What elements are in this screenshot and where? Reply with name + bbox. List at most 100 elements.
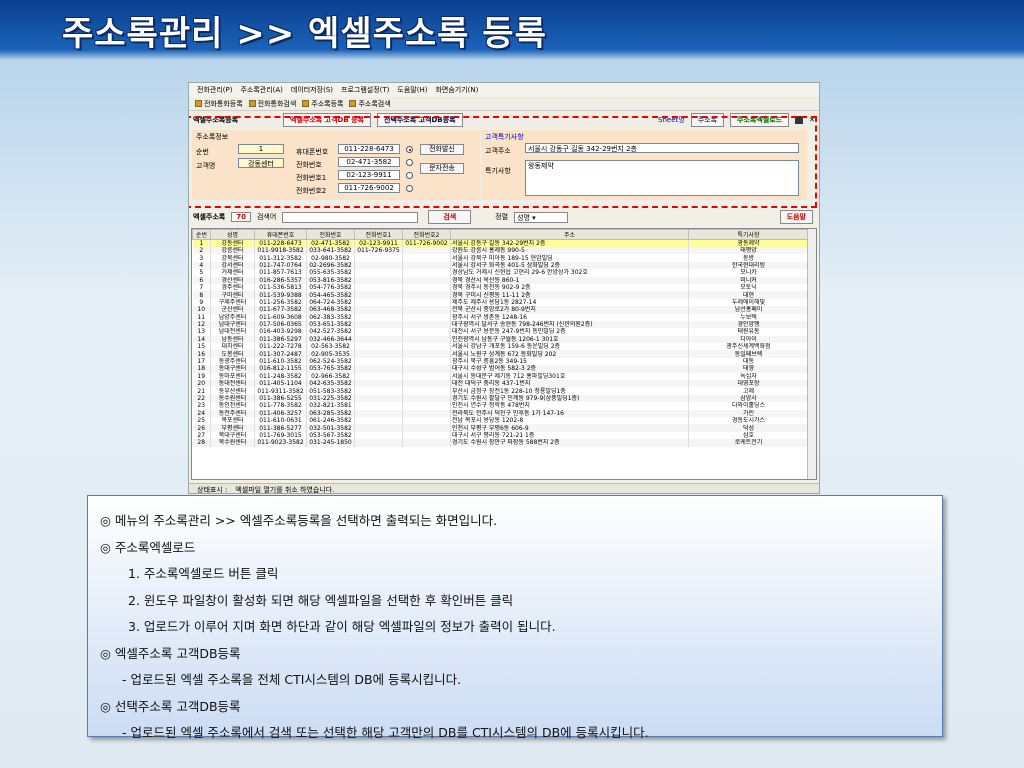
- address-field[interactable]: 서울시 강동구 길동 342-29번지 2층: [525, 143, 799, 153]
- table-cell: 서울시 노원구 상계동 672 동화빌딩 202: [450, 350, 689, 358]
- table-cell: 디아이: [688, 335, 809, 344]
- table-cell: 016-403-9298: [254, 328, 307, 336]
- table-row[interactable]: 18 동대구센터 016-812-1155 053-765-3582 대구시 수성구 범…: [192, 365, 809, 373]
- col-name[interactable]: 성명: [210, 229, 255, 240]
- table-row[interactable]: 25 목포센터 011-610-0631 061-246-3582 전남 목포시 용당동…: [192, 416, 809, 425]
- table-cell: 전남 목포시 용당동 1202-8: [450, 416, 689, 425]
- table-cell: 02-471-3582: [306, 239, 355, 247]
- phone1-field[interactable]: 02-123-9911: [338, 170, 400, 180]
- table-cell: 14: [192, 335, 211, 344]
- table-row[interactable]: 6 경산센터 016-286-5357 053-816-3582 경북 경산시 옥산동 …: [192, 276, 809, 284]
- menu-item-phone[interactable]: 전화관리(P): [197, 85, 232, 95]
- table-cell: [402, 365, 451, 373]
- table-row[interactable]: 12 남대구센터 017-506-0365 053-651-3582 대구광역시 달서구…: [192, 320, 809, 329]
- table-cell: 동마포센터: [210, 372, 255, 381]
- table-row[interactable]: 13 남대전센터 016-403-9298 042-527-3582 대전시 서구 용문…: [192, 328, 809, 336]
- table-cell: 두레에이해빛: [688, 298, 809, 307]
- table-cell: 5: [192, 269, 211, 277]
- sms-button[interactable]: 문자전송: [420, 163, 464, 174]
- menu-item-settings[interactable]: 프로그램설정(T): [341, 85, 389, 95]
- mobile-label: 휴대폰번호: [296, 148, 329, 156]
- table-row[interactable]: 23 동인천센터 011-778-3582 032-821-3581 인천시 연수구 청…: [192, 402, 809, 410]
- table-row[interactable]: 22 동수원센터 011-386-5255 031-225-3582 경기도 수원시 팔…: [192, 394, 809, 403]
- col-phone2[interactable]: 전화번호2: [402, 229, 451, 240]
- toolbar-address-search[interactable]: 주소록검색: [349, 99, 391, 108]
- table-row[interactable]: 19 동마포센터 011-248-3582 02-966-3582 서울시 동대문구 제…: [192, 372, 809, 381]
- table-cell: 061-246-3582: [306, 416, 355, 425]
- table-cell: [354, 328, 403, 336]
- table-cell: 011-406-3257: [254, 409, 307, 417]
- menu-item-hide[interactable]: 화면숨기기(N): [435, 85, 478, 95]
- table-row[interactable]: 17 동광주센터 011-610-3582 062-524-3582 광주시 북구 중흥…: [192, 357, 809, 366]
- search-input[interactable]: [282, 211, 419, 223]
- table-row[interactable]: 9 구제주센터 011-256-3582 064-724-3582 제주도 제주시 용담…: [192, 298, 809, 307]
- table-cell: [402, 291, 451, 299]
- table-row[interactable]: 2 강릉센터 011-9918-3582 033-641-3582 011-726-93…: [192, 247, 809, 255]
- note-line: ◎ 엑셀주소록 고객DB등록: [100, 645, 241, 661]
- table-cell: 경인양행: [688, 320, 809, 329]
- customer-notes-panel: 고객특기사항 고객주소 서울시 강동구 길동 342-29번지 2층 특기사항 …: [481, 130, 807, 200]
- phone1-radio[interactable]: [406, 172, 413, 179]
- table-row[interactable]: 11 남양주센터 011-609-3608 062-383-3582 광주시 서구 쌍촌…: [192, 313, 809, 321]
- address-grid: 순번 성명 휴대폰번호 전화번호 전화번호1 전화번호2 주소 특기사항 1 강동…: [191, 228, 817, 480]
- table-cell: 011-778-3582: [254, 402, 307, 410]
- address-label: 고객주소: [485, 147, 511, 155]
- table-row[interactable]: 7 경주센터 011-536-5813 054-776-3582 경북 경주시 동천동 …: [192, 283, 809, 292]
- phone-field[interactable]: 02-471-3582: [338, 157, 400, 167]
- table-cell: [402, 298, 451, 307]
- table-cell: 032-466-3644: [306, 335, 355, 344]
- table-row[interactable]: 21 동부산센터 011-9311-3582 051-583-3582 부산시 금정구 …: [192, 387, 809, 395]
- table-row[interactable]: 3 강북센터 011-312-3582 02-980-3582 서울시 강북구 미아동 …: [192, 254, 809, 262]
- table-row[interactable]: 10 군산센터 011-677-3582 063-468-3582 전북 군산시 중앙로…: [192, 306, 809, 314]
- mobile-radio[interactable]: [406, 146, 413, 153]
- seq-field[interactable]: 1: [238, 144, 284, 154]
- table-row[interactable]: 14 남동센터 011-386-5297 032-466-3644 인천광역시 남동구 …: [192, 335, 809, 344]
- table-row[interactable]: 28 북수원센터 011-9023-3582 031-245-1850 경기도 수원시 …: [192, 439, 809, 447]
- sort-select[interactable]: 성명 ▾: [514, 211, 569, 223]
- menu-item-data-save[interactable]: 데이터저장(S): [291, 85, 333, 95]
- toolbar-address-register[interactable]: 주소록등록: [302, 99, 343, 108]
- mobile-field[interactable]: 011-228-6473: [338, 144, 400, 154]
- table-row[interactable]: 26 부평센터 011-386-5277 032-501-3582 인천시 부평구 부평…: [192, 424, 809, 432]
- toolbar-call-search[interactable]: 전화통화검색: [248, 99, 296, 108]
- menu-item-addressbook[interactable]: 주소록관리(A): [240, 85, 282, 95]
- table-cell: [402, 269, 451, 277]
- menu-item-help[interactable]: 도움말(H): [397, 85, 427, 95]
- col-mobile[interactable]: 휴대폰번호: [254, 229, 307, 240]
- toolbar: 전화통화등록 전화통화검색 주소록등록 주소록검색: [189, 97, 819, 111]
- table-cell: [402, 416, 451, 425]
- name-field[interactable]: 강동센터: [238, 158, 284, 168]
- table-row[interactable]: 24 동전주센터 011-406-3257 063-285-3582 전라북도 전주시 …: [192, 409, 809, 417]
- table-cell: 25: [192, 416, 211, 425]
- note-line: - 업로드된 엑셀 주소록을 전체 CTI시스템의 DB에 등록시킵니다.: [122, 672, 462, 687]
- table-row[interactable]: 8 구미센터 011-539-9388 054-465-3582 경북 구미시 신평동 …: [192, 291, 809, 299]
- col-address[interactable]: 주소: [450, 229, 689, 240]
- col-phone[interactable]: 전화번호: [306, 229, 355, 240]
- table-cell: [354, 372, 403, 381]
- help-button[interactable]: 도움말: [779, 210, 813, 224]
- table-row[interactable]: 5 거제센터 011-857-7613 055-635-3582 경상남도 거제시 신현…: [192, 269, 809, 277]
- phone-radio[interactable]: [406, 159, 413, 166]
- seq-label: 순번: [196, 148, 209, 156]
- note-field[interactable]: 왕동제약: [525, 160, 799, 196]
- table-row[interactable]: 1 강동센터 011-228-6473 02-471-3582 02-123-9911 0…: [192, 239, 809, 247]
- call-button[interactable]: 전화발신: [420, 144, 464, 155]
- phone2-radio[interactable]: [406, 185, 413, 192]
- vertical-scrollbar[interactable]: [807, 229, 816, 479]
- col-notes[interactable]: 특기사항: [688, 229, 809, 240]
- table-cell: 강북센터: [210, 254, 255, 262]
- table-row[interactable]: 20 동대전센터 011-405-1104 042-635-3582 대전 대덕구 중리…: [192, 380, 809, 388]
- toolbar-call-register[interactable]: 전화통화등록: [195, 99, 243, 108]
- table-row[interactable]: 15 대치센터 011-222-7278 02-563-3582 서울시 강남구 개포동…: [192, 343, 809, 351]
- table-row[interactable]: 4 강서센터 011-747-0764 02-2696-3582 서울시 강서구 화곡동…: [192, 261, 809, 270]
- col-phone1[interactable]: 전화번호1: [354, 229, 403, 240]
- search-button[interactable]: 검색: [428, 210, 472, 224]
- table-row[interactable]: 16 도봉센터 011-307-2487 02-905-3535 서울시 노원구 상계동…: [192, 350, 809, 358]
- table-cell: 033-641-3582: [306, 247, 355, 255]
- table-cell: 강동센터: [210, 239, 255, 247]
- table-row[interactable]: 27 북대구센터 011-769-3015 053-567-3582 대구시 서구 평리…: [192, 431, 809, 440]
- phone2-field[interactable]: 011-726-9002: [338, 183, 400, 193]
- table-cell: [402, 328, 451, 336]
- table-cell: 도봉센터: [210, 350, 255, 358]
- col-seq[interactable]: 순번: [192, 229, 211, 240]
